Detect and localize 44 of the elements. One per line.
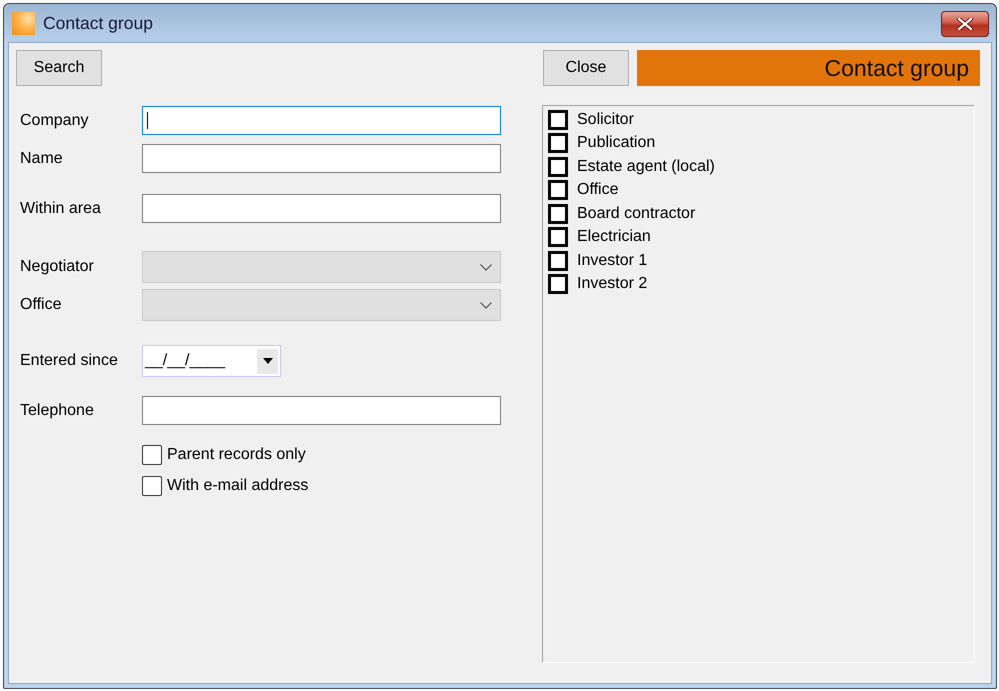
list-checkbox[interactable]: [548, 227, 568, 248]
list-checkbox[interactable]: [548, 250, 568, 271]
date-dropdown-button[interactable]: [257, 348, 278, 374]
list-item-label: Estate agent (local): [577, 158, 715, 176]
list-item-label: Publication: [577, 134, 656, 152]
list-item-label: Solicitor: [577, 110, 634, 129]
field-label: Company: [20, 112, 90, 130]
chevron-down-icon: [480, 264, 492, 270]
checkbox-label: With e-mail address: [167, 477, 308, 495]
text-field[interactable]: [142, 396, 501, 425]
app-icon: [12, 12, 35, 34]
list-item-label: Office: [577, 181, 618, 200]
text-field[interactable]: [142, 106, 501, 135]
list-item-label: Investor 1: [577, 252, 648, 270]
text-field[interactable]: [142, 144, 501, 173]
list-checkbox[interactable]: [548, 274, 568, 294]
triangle-down-icon: [262, 358, 272, 364]
chevron-down-icon: [480, 302, 492, 308]
search-button[interactable]: Search: [16, 50, 102, 86]
list-item-label: Electrician: [577, 228, 651, 246]
list-checkbox[interactable]: [548, 204, 568, 224]
list-checkbox[interactable]: [548, 110, 568, 130]
close-window-button[interactable]: [941, 10, 989, 36]
window-title: Contact group: [43, 12, 154, 34]
field-label: Negotiator: [20, 258, 95, 276]
checkbox[interactable]: [142, 476, 162, 496]
close-button[interactable]: Close: [543, 50, 629, 86]
date-field[interactable]: __/__/____: [142, 345, 281, 377]
list-checkbox[interactable]: [548, 133, 568, 154]
field-label: Entered since: [20, 352, 119, 370]
group-banner: Contact group: [637, 50, 980, 86]
list-item-label: Investor 2: [577, 275, 648, 294]
close-icon: [957, 18, 973, 30]
list-item-label: Board contractor: [577, 204, 696, 223]
text-field[interactable]: [142, 194, 501, 223]
checkbox-label: Parent records only: [167, 446, 306, 464]
list-checkbox[interactable]: [548, 180, 568, 200]
field-label: Office: [20, 296, 62, 314]
checkbox[interactable]: [142, 445, 162, 465]
list-checkbox[interactable]: [548, 156, 568, 177]
text-cursor: [147, 112, 148, 129]
field-label: Telephone: [20, 402, 95, 420]
field-label: Within area: [20, 200, 102, 218]
field-label: Name: [20, 150, 64, 168]
